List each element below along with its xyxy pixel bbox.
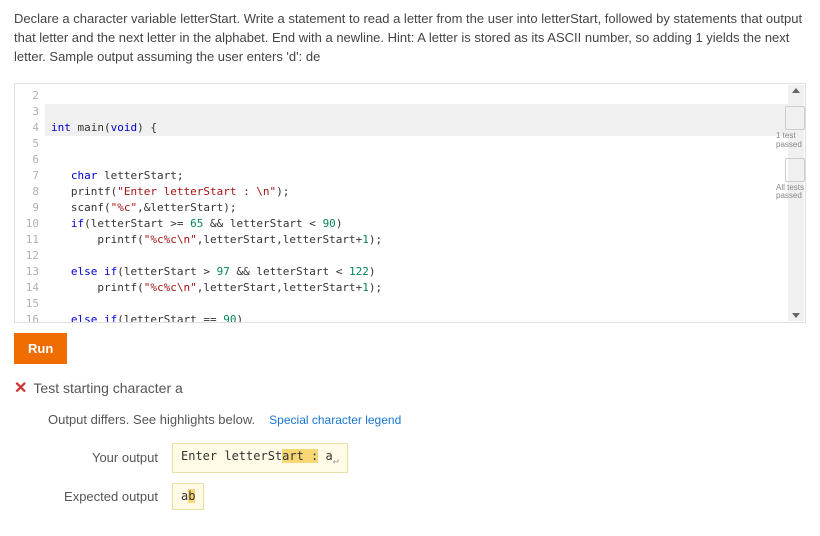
one-test-badge [785,106,805,130]
line-no: 12 [19,248,39,264]
line-no: 9 [19,200,39,216]
line-no: 16 [19,312,39,323]
your-output-text: Enter letterSt [181,449,282,463]
expected-output-box: ab [172,483,204,510]
line-no: 10 [19,216,39,232]
line-no: 7 [19,168,39,184]
run-button[interactable]: Run [14,333,67,364]
test-badges-sidebar: 1 test passed All tests passed [776,106,814,209]
all-tests-label: All tests passed [776,184,814,202]
line-no: 6 [19,152,39,168]
special-char-legend-link[interactable]: Special character legend [269,413,401,427]
your-output-box: Enter letterStart : a↵ [172,443,348,473]
your-output-label: Your output [48,450,158,465]
fail-x-icon: ✕ [14,378,27,398]
your-output-text2: a [326,449,333,463]
line-no: 5 [19,136,39,152]
line-no: 13 [19,264,39,280]
expected-output-highlight: b [188,489,195,503]
scroll-up-icon[interactable] [792,88,800,93]
your-output-row: Your output Enter letterStart : a↵ [48,443,820,473]
line-no: 4 [19,120,39,136]
test-name: Test starting character a [33,380,182,396]
editor-container: 2 3 4 5 6 7 8 9 10 11 12 13 14 15 16 17 … [14,83,806,323]
line-no: 8 [19,184,39,200]
line-no: 3 [19,104,39,120]
line-no: 14 [19,280,39,296]
line-no: 2 [19,88,39,104]
expected-output-row: Expected output ab [48,483,820,510]
newline-icon: ↵ [333,455,339,466]
line-gutter: 2 3 4 5 6 7 8 9 10 11 12 13 14 15 16 17 … [15,84,45,322]
scroll-down-icon[interactable] [792,313,800,318]
one-test-label: 1 test passed [776,132,814,150]
expected-output-label: Expected output [48,489,158,504]
code-area[interactable]: int main(void) { char letterStart; print… [45,84,805,322]
diff-message: Output differs. See highlights below. [48,412,255,427]
line-no: 11 [19,232,39,248]
test-result-row: ✕ Test starting character a [14,378,820,398]
output-diff-section: Output differs. See highlights below. Sp… [48,412,820,510]
code-editor[interactable]: 2 3 4 5 6 7 8 9 10 11 12 13 14 15 16 17 … [14,83,806,323]
problem-statement: Declare a character variable letterStart… [0,0,820,75]
line-no: 15 [19,296,39,312]
your-output-highlight: art : [282,449,318,463]
all-tests-badge [785,158,805,182]
